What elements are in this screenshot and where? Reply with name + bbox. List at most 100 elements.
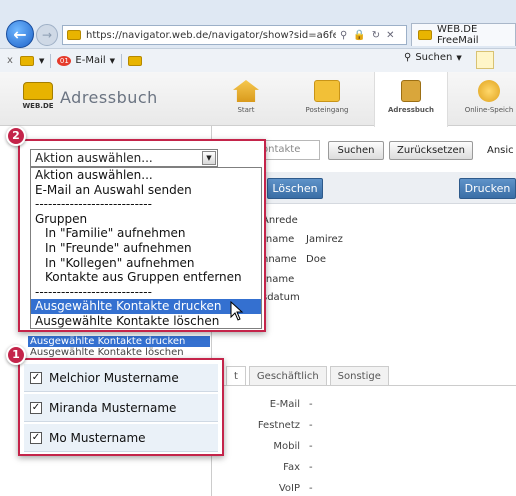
home-icon xyxy=(233,80,259,102)
field-label-firstname: rname xyxy=(262,234,295,245)
toolbar-input-icon xyxy=(128,55,143,66)
label-voip: VoIP xyxy=(278,483,300,494)
option-add-friends[interactable]: In "Freunde" aufnehmen xyxy=(31,241,261,256)
contact-name: Melchior Mustername xyxy=(49,370,179,385)
print-button[interactable]: Drucken xyxy=(459,178,516,199)
site-header: WEB.DE Adressbuch Start Posteingang Adre… xyxy=(0,72,516,127)
search-icon[interactable]: ⚲ xyxy=(340,30,347,41)
checkbox-checked-icon[interactable]: ✓ xyxy=(30,371,42,384)
nav-addressbook[interactable]: Adressbuch xyxy=(374,72,448,127)
option-groups-header: Gruppen xyxy=(35,211,88,226)
pen-icon[interactable] xyxy=(476,51,494,69)
arrow-left-icon: ← xyxy=(13,24,27,44)
back-button[interactable]: ← xyxy=(6,20,34,48)
reset-button[interactable]: Zurücksetzen xyxy=(389,141,473,160)
detail-tabs: t Geschäftlich Sonstige xyxy=(226,366,392,386)
nav-label: Start xyxy=(237,106,255,114)
checkbox-checked-icon[interactable]: ✓ xyxy=(30,431,42,444)
field-label-salutation: Anrede xyxy=(262,215,298,226)
browser-chrome: ← → https://navigator.web.de/navigator/s… xyxy=(0,0,516,72)
tab-private[interactable]: t xyxy=(226,366,246,386)
nav-inbox[interactable]: Posteingang xyxy=(296,72,358,126)
field-label-lastname: hname xyxy=(262,254,297,265)
callout-contact-list: ✓ Melchior Mustername ✓ Miranda Musterna… xyxy=(18,358,224,456)
toolbar-close-icon[interactable]: x xyxy=(0,55,20,66)
value-email: - xyxy=(309,399,313,410)
contact-name: Miranda Mustername xyxy=(49,400,177,415)
action-select[interactable]: Aktion auswählen... ▼ xyxy=(30,149,218,167)
chevron-down-icon[interactable]: ▼ xyxy=(456,54,461,62)
contact-row[interactable]: ✓ Miranda Mustername xyxy=(24,394,218,422)
tab-other[interactable]: Sonstige xyxy=(329,366,389,386)
field-value-lastname: Doe xyxy=(306,254,326,265)
contact-name: Mo Mustername xyxy=(49,430,146,445)
mail-icon: 01 xyxy=(57,55,72,66)
checkbox-checked-icon[interactable]: ✓ xyxy=(30,401,42,414)
nav-label: Adressbuch xyxy=(387,106,435,114)
search-button[interactable]: Suchen xyxy=(328,141,384,160)
browser-tab[interactable]: WEB.DE FreeMail xyxy=(411,23,516,46)
close-icon[interactable]: ✕ xyxy=(386,30,394,41)
step-badge-1: 1 xyxy=(6,345,26,365)
field-value-firstname: Jamirez xyxy=(306,234,343,245)
chevron-down-icon[interactable]: ▼ xyxy=(110,57,115,65)
lock-icon: 🔒 xyxy=(353,29,366,41)
nav-start[interactable]: Start xyxy=(215,72,277,126)
value-mobile: - xyxy=(309,441,313,452)
globe-icon xyxy=(478,80,500,102)
option-delete-selected[interactable]: Ausgewählte Kontakte löschen xyxy=(31,314,261,329)
refresh-icon[interactable]: ↻ xyxy=(372,30,380,41)
ghost-item-delete: Ausgewählte Kontakte löschen xyxy=(28,347,210,358)
tab-business[interactable]: Geschäftlich xyxy=(248,366,327,386)
nav-label: Posteingang xyxy=(305,106,349,114)
chevron-down-icon[interactable]: ▼ xyxy=(202,151,216,165)
chevron-down-icon[interactable]: ▼ xyxy=(39,57,44,65)
logo-icon xyxy=(23,82,53,100)
option-add-colleagues[interactable]: In "Kollegen" aufnehmen xyxy=(31,256,261,271)
toolbar-search[interactable]: ⚲ Suchen ▼ xyxy=(404,52,462,63)
ghost-item-print: Ausgewählte Kontakte drucken xyxy=(28,336,210,347)
browser-toolbar: x ▼ 01 E-Mail ▼ ⚲ Suchen ▼ xyxy=(0,48,516,72)
contact-row[interactable]: ✓ Melchior Mustername xyxy=(24,364,218,392)
search-icon: ⚲ xyxy=(404,52,412,63)
option-separator: --------------------------- xyxy=(35,284,152,299)
nav-online-storage[interactable]: Online-Speich xyxy=(458,72,516,126)
envelope-icon xyxy=(314,80,340,102)
option-send-email[interactable]: E-Mail an Auswahl senden xyxy=(31,183,261,198)
toolbar-logo-icon[interactable] xyxy=(20,55,34,66)
toolbar-email-link[interactable]: E-Mail xyxy=(75,55,105,66)
contact-row[interactable]: ✓ Mo Mustername xyxy=(24,424,218,452)
nav-label: Online-Speich xyxy=(464,106,514,114)
option-remove-from-groups[interactable]: Kontakte aus Gruppen entfernen xyxy=(31,270,261,285)
arrow-right-icon: → xyxy=(41,28,53,42)
mouse-cursor-icon xyxy=(230,301,244,321)
tab-favicon-icon xyxy=(418,30,432,40)
value-voip: - xyxy=(309,483,313,494)
address-bar[interactable]: https://navigator.web.de/navigator/show?… xyxy=(62,25,407,45)
toolbar-search-label[interactable]: Suchen xyxy=(415,52,452,63)
webde-logo[interactable]: WEB.DE xyxy=(22,82,54,116)
tab-title: WEB.DE FreeMail xyxy=(437,24,479,46)
option-choose-action[interactable]: Aktion auswählen... xyxy=(31,168,261,183)
contact-search-input[interactable]: ontakte xyxy=(258,140,320,160)
label-email: E-Mail xyxy=(269,399,300,410)
delete-button[interactable]: Löschen xyxy=(267,178,323,199)
value-landline: - xyxy=(309,420,313,431)
callout-action-dropdown: Aktion auswählen... ▼ Aktion auswählen..… xyxy=(18,139,266,332)
action-select-value: Aktion auswählen... xyxy=(35,151,153,165)
forward-button[interactable]: → xyxy=(36,24,58,46)
label-landline: Festnetz xyxy=(257,420,300,431)
field-label-middlename: rname xyxy=(262,274,295,285)
logo-text: WEB.DE xyxy=(22,102,54,110)
label-mobile: Mobil xyxy=(273,441,300,452)
option-print-selected[interactable]: Ausgewählte Kontakte drucken xyxy=(31,299,261,314)
value-fax: - xyxy=(309,462,313,473)
label-fax: Fax xyxy=(283,462,300,473)
url-text[interactable]: https://navigator.web.de/navigator/show?… xyxy=(86,30,336,41)
action-dropdown-list: Aktion auswählen... E-Mail an Auswahl se… xyxy=(30,167,262,329)
field-label-birthday: sdatum xyxy=(262,292,300,303)
option-separator: --------------------------- xyxy=(35,197,152,212)
step-badge-2: 2 xyxy=(6,126,26,146)
option-add-family[interactable]: In "Familie" aufnehmen xyxy=(31,226,261,241)
action-list-ghost: Ausgewählte Kontakte drucken Ausgewählte… xyxy=(28,336,210,358)
